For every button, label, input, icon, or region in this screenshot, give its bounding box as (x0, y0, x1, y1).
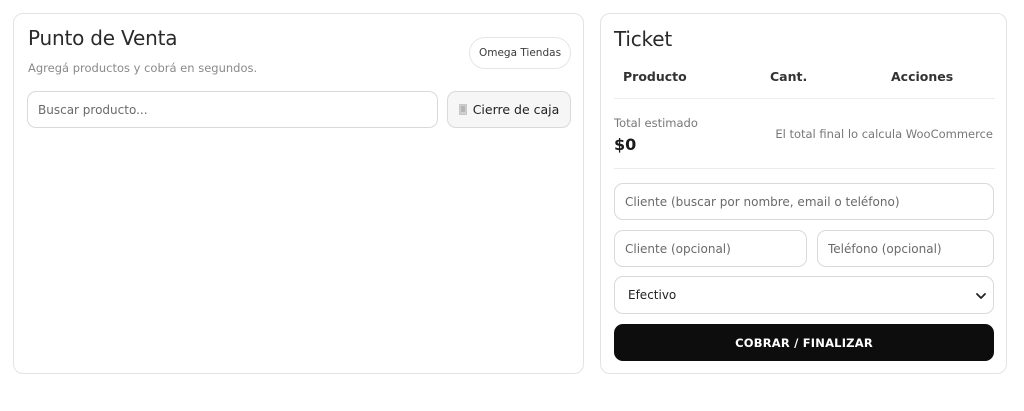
column-header-quantity: Cant. (770, 69, 808, 84)
receipt-icon (458, 104, 467, 115)
store-name: Omega Tiendas (478, 47, 562, 59)
product-search-input[interactable] (27, 91, 438, 128)
page-title: Punto de Venta (28, 26, 178, 50)
payment-method-value: Efectivo (628, 288, 677, 302)
checkout-button[interactable]: COBRAR / FINALIZAR (614, 324, 994, 361)
checkout-label: COBRAR / FINALIZAR (735, 335, 873, 350)
close-register-label: Cierre de caja (472, 102, 560, 117)
ticket-title: Ticket (614, 27, 672, 51)
divider (614, 168, 995, 169)
total-label: Total estimado (614, 116, 698, 130)
close-register-button[interactable]: Cierre de caja (447, 91, 571, 128)
pos-panel: Punto de Venta Agregá productos y cobrá … (13, 13, 584, 374)
store-badge[interactable]: Omega Tiendas (469, 37, 571, 69)
payment-method-select[interactable]: Efectivo (614, 276, 994, 314)
chevron-down-icon (976, 293, 986, 299)
client-phone-field[interactable] (817, 230, 994, 267)
total-value: $0 (614, 135, 637, 154)
total-note: El total final lo calcula WooCommerce (775, 127, 993, 141)
column-header-actions: Acciones (891, 69, 954, 84)
column-header-product: Producto (623, 69, 687, 84)
divider (614, 98, 995, 99)
page-subtitle: Agregá productos y cobrá en segundos. (28, 61, 258, 75)
ticket-panel: Ticket Producto Cant. Acciones Total est… (600, 13, 1007, 374)
client-name-field[interactable] (614, 230, 807, 267)
client-search-input[interactable] (614, 183, 994, 220)
